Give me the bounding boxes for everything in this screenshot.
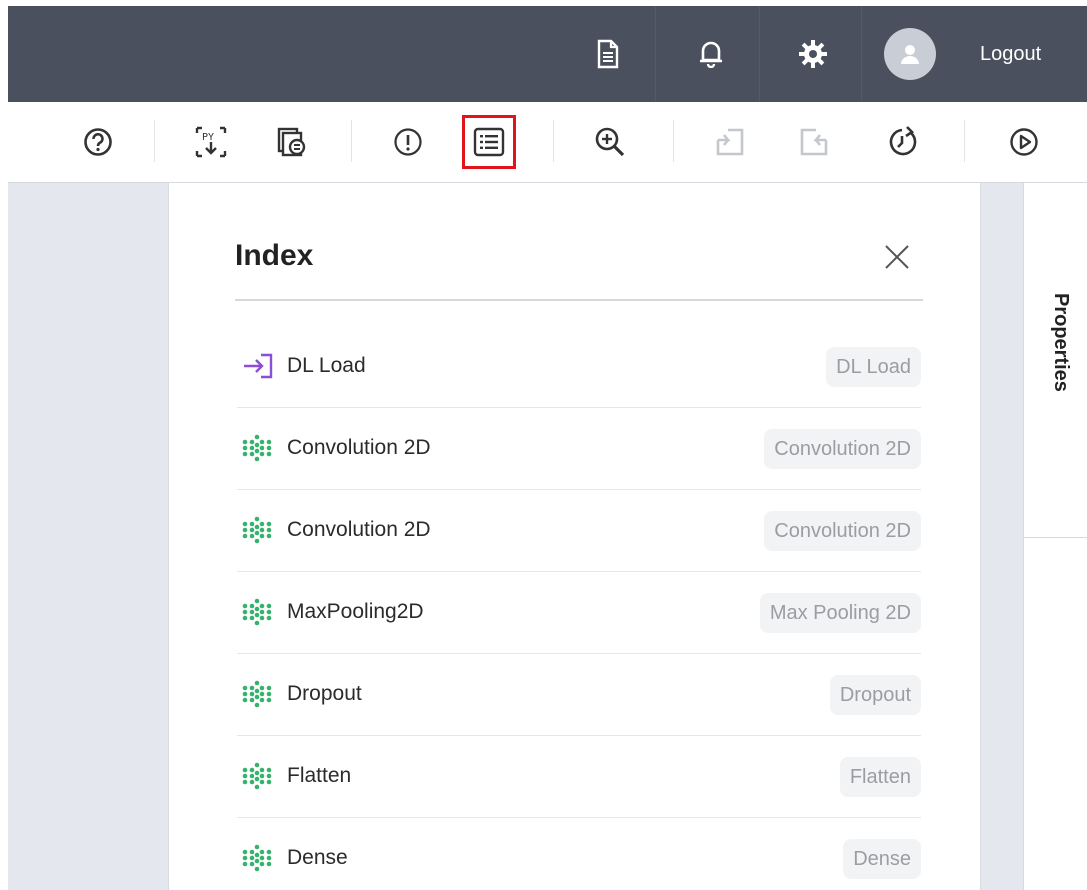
toolbar-separator [351, 120, 352, 162]
title-divider [235, 299, 923, 301]
svg-text:PY: PY [202, 132, 214, 143]
gear-icon[interactable] [788, 6, 838, 102]
item-name: Flatten [287, 764, 352, 787]
item-type-tag: Max Pooling 2D [759, 593, 921, 633]
item-type-tag: Convolution 2D [764, 511, 921, 551]
top-header: Logout [8, 6, 1087, 102]
index-list-icon[interactable] [462, 115, 516, 169]
item-name: MaxPooling2D [287, 600, 424, 623]
right-side-panel: Properties [1023, 183, 1087, 890]
close-button[interactable] [879, 239, 915, 275]
toolbar: PY [8, 102, 1087, 182]
close-icon [885, 245, 909, 269]
item-name: Dense [287, 846, 348, 869]
list-item[interactable]: Flatten Flatten [237, 736, 921, 818]
model-summary-icon[interactable] [266, 116, 318, 168]
item-type-tag: Dropout [829, 675, 921, 715]
layer-icon [241, 680, 273, 708]
item-name: Dropout [287, 682, 362, 705]
item-type-tag: Flatten [839, 757, 921, 797]
list-item[interactable]: Convolution 2D Convolution 2D [237, 490, 921, 572]
item-type-tag: DL Load [826, 347, 921, 387]
layer-icon [241, 844, 273, 872]
list-item[interactable]: Dropout Dropout [237, 654, 921, 736]
undo-icon[interactable] [704, 116, 756, 168]
list-item[interactable]: MaxPooling2D Max Pooling 2D [237, 572, 921, 654]
index-list: DL Load DL Load Convolution 2D Convoluti… [237, 326, 921, 890]
user-avatar[interactable] [882, 6, 938, 102]
toolbar-separator [154, 120, 155, 162]
layer-icon [241, 598, 273, 626]
warning-icon[interactable] [382, 116, 434, 168]
index-panel-title: Index [235, 239, 314, 272]
logout-button[interactable]: Logout [980, 6, 1041, 102]
header-separator [759, 6, 760, 102]
item-type-tag: Dense [843, 839, 921, 879]
history-icon[interactable] [876, 116, 928, 168]
layer-icon [241, 762, 273, 790]
list-item[interactable]: Dense Dense [237, 818, 921, 890]
user-avatar-icon [884, 28, 936, 80]
item-name: Convolution 2D [287, 436, 431, 459]
item-name: Convolution 2D [287, 518, 431, 541]
list-item[interactable]: DL Load DL Load [237, 326, 921, 408]
document-icon[interactable] [583, 6, 633, 102]
layer-icon [241, 516, 273, 544]
run-icon[interactable] [998, 116, 1050, 168]
zoom-in-icon[interactable] [584, 116, 636, 168]
properties-tab-label: Properties [1050, 293, 1072, 392]
toolbar-separator [673, 120, 674, 162]
help-icon[interactable] [72, 116, 124, 168]
header-separator [861, 6, 862, 102]
layer-icon [241, 434, 273, 462]
toolbar-separator [553, 120, 554, 162]
index-panel: Index DL Load DL Load Convolution 2D Con… [168, 183, 981, 890]
redo-icon[interactable] [788, 116, 840, 168]
item-type-tag: Convolution 2D [764, 429, 921, 469]
header-separator [655, 6, 656, 102]
item-name: DL Load [287, 354, 366, 377]
load-icon [241, 352, 273, 380]
properties-tab[interactable]: Properties [1024, 183, 1087, 538]
toolbar-separator [964, 120, 965, 162]
bell-icon[interactable] [686, 6, 736, 102]
list-item[interactable]: Convolution 2D Convolution 2D [237, 408, 921, 490]
python-export-icon[interactable]: PY [185, 116, 237, 168]
